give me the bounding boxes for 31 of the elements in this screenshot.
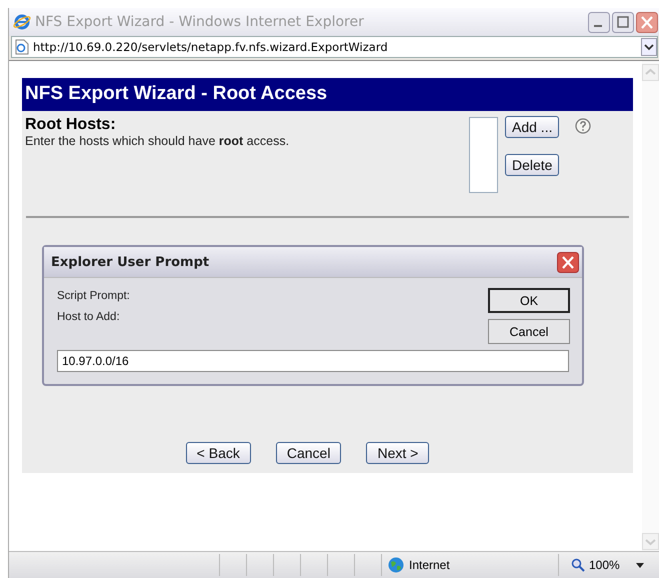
minimize-icon[interactable] — [588, 12, 610, 32]
wizard-title: NFS Export Wizard - Root Access — [22, 78, 633, 111]
dialog-button[interactable]: OK — [488, 288, 570, 313]
window-title: NFS Export Wizard - Windows Internet Explorer — [35, 14, 365, 30]
browser-logo-icon — [13, 13, 31, 31]
prompt-label: Script Prompt: — [57, 290, 130, 302]
globe-icon — [388, 557, 404, 573]
maximize-icon[interactable] — [612, 12, 634, 32]
caret-icon — [636, 562, 644, 568]
page-icon — [15, 39, 29, 55]
dialog-button[interactable]: Cancel — [488, 319, 570, 344]
zoom-control[interactable]: 100% — [558, 554, 644, 576]
magnifier-icon — [571, 558, 585, 572]
nav-button[interactable]: Cancel — [276, 442, 342, 464]
description-text: Enter the hosts which should have root access. — [25, 134, 290, 148]
zone-text: Internet — [409, 558, 450, 572]
hosts-list[interactable] — [469, 117, 498, 193]
prompt-label: Host to Add: — [57, 311, 121, 323]
host-button[interactable]: Delete — [505, 154, 560, 176]
dropdown-icon[interactable] — [641, 38, 657, 56]
help-icon[interactable] — [575, 118, 591, 134]
url-text: http://10.69.0.220/servlets/netapp.fv.nfs.wizard.ExportWizard — [33, 40, 389, 54]
nav-button[interactable]: < Back — [186, 442, 251, 464]
close-icon[interactable] — [557, 252, 579, 272]
host-button[interactable]: Add ... — [505, 116, 560, 138]
host-input[interactable]: 10.97.0.0/16 — [57, 350, 569, 372]
address-bar[interactable]: http://10.69.0.220/servlets/netapp.fv.nfs.wizard.ExportWizard — [11, 36, 658, 58]
section-heading: Root Hosts: — [25, 116, 117, 134]
nav-button[interactable]: Next > — [366, 442, 430, 464]
close-icon[interactable] — [636, 12, 658, 32]
dialog-title: Explorer User Prompt — [51, 254, 210, 270]
